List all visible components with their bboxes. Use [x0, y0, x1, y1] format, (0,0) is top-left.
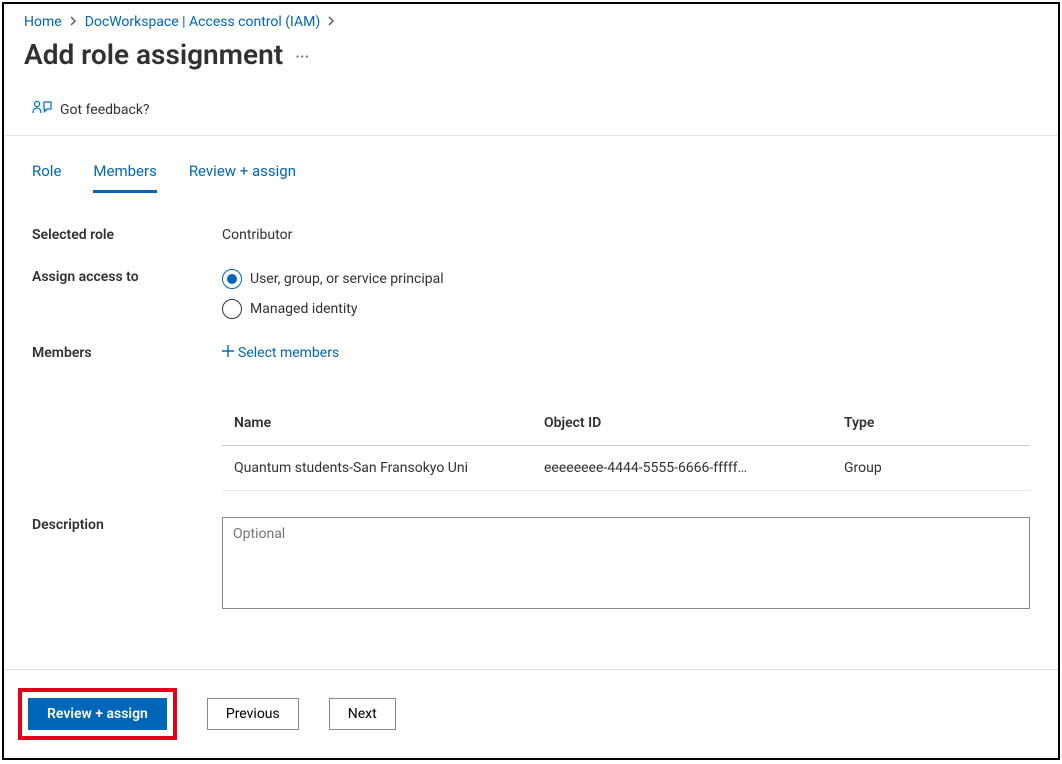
- radio-icon: [222, 269, 242, 289]
- radio-icon: [222, 299, 242, 319]
- select-members-label: Select members: [238, 345, 339, 361]
- members-label: Members: [32, 345, 222, 361]
- breadcrumb-home[interactable]: Home: [24, 14, 62, 30]
- radio-user-group-sp[interactable]: User, group, or service principal: [222, 269, 1030, 289]
- column-header-type: Type: [844, 415, 1018, 431]
- chevron-right-icon: [328, 15, 335, 29]
- tab-role[interactable]: Role: [32, 162, 61, 193]
- plus-icon: [222, 345, 234, 361]
- more-actions-icon[interactable]: ···: [295, 49, 309, 67]
- feedback-link[interactable]: Got feedback?: [4, 87, 1058, 136]
- selected-role-value: Contributor: [222, 227, 1030, 243]
- cell-type: Group: [844, 460, 1018, 476]
- next-button[interactable]: Next: [329, 698, 396, 730]
- review-assign-highlight: Review + assign: [18, 688, 177, 740]
- select-members-link[interactable]: Select members: [222, 345, 339, 361]
- feedback-icon: [32, 99, 52, 121]
- tab-members[interactable]: Members: [93, 162, 156, 193]
- tab-review-assign[interactable]: Review + assign: [189, 162, 296, 193]
- footer-actions: Review + assign Previous Next: [4, 669, 1058, 758]
- radio-managed-identity[interactable]: Managed identity: [222, 299, 1030, 319]
- table-row[interactable]: Quantum students-San Fransokyo Uni eeeee…: [222, 446, 1030, 491]
- breadcrumb: Home DocWorkspace | Access control (IAM): [4, 4, 1058, 30]
- feedback-label: Got feedback?: [60, 102, 150, 118]
- tabs: Role Members Review + assign: [4, 136, 1058, 193]
- page-title: Add role assignment: [24, 38, 283, 71]
- description-input[interactable]: [222, 517, 1030, 609]
- column-header-name: Name: [234, 415, 544, 431]
- radio-label-managed: Managed identity: [250, 301, 357, 317]
- members-table: Name Object ID Type Quantum students-San…: [222, 401, 1030, 491]
- breadcrumb-workspace[interactable]: DocWorkspace | Access control (IAM): [85, 14, 321, 30]
- cell-name: Quantum students-San Fransokyo Uni: [234, 460, 544, 476]
- cell-object-id: eeeeeeee-4444-5555-6666-fffff…: [544, 460, 844, 476]
- description-label: Description: [32, 517, 222, 533]
- column-header-object-id: Object ID: [544, 415, 844, 431]
- radio-label-user: User, group, or service principal: [250, 271, 444, 287]
- chevron-right-icon: [70, 15, 77, 29]
- review-assign-button[interactable]: Review + assign: [28, 698, 167, 730]
- assign-access-label: Assign access to: [32, 269, 222, 285]
- previous-button[interactable]: Previous: [207, 698, 299, 730]
- selected-role-label: Selected role: [32, 227, 222, 243]
